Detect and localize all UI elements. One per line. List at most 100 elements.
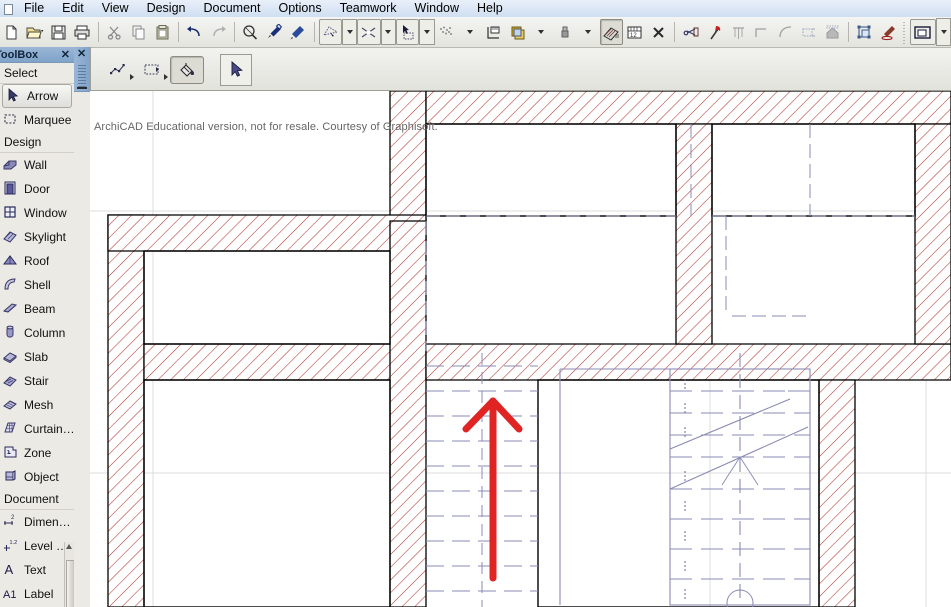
copy-icon[interactable] <box>127 19 151 45</box>
toolbox-item-window[interactable]: Window <box>0 201 74 225</box>
print-icon[interactable] <box>71 19 95 45</box>
chevron-down-icon <box>537 30 544 34</box>
column-icon <box>2 324 20 342</box>
toolbox-item-marquee[interactable]: Marquee <box>0 108 74 132</box>
dimension-icon: 2 <box>2 513 20 531</box>
toolbar-separator <box>233 22 235 42</box>
new-document-icon[interactable] <box>0 19 24 45</box>
menu-item-design[interactable]: Design <box>138 0 195 17</box>
ruler-icon[interactable] <box>482 19 506 45</box>
menu-item-view[interactable]: View <box>93 0 138 17</box>
window-layout-dropdown[interactable] <box>936 18 951 46</box>
toolbox-item-door[interactable]: Door <box>0 177 74 201</box>
window-icon <box>2 204 20 222</box>
toolbox-item-arrow[interactable]: Arrow <box>2 84 72 108</box>
toolbox-title-label: ToolBox <box>0 48 39 61</box>
multiply-house-icon[interactable] <box>821 19 845 45</box>
toolbox-item-skylight[interactable]: Skylight <box>0 225 74 249</box>
pen-weight-icon[interactable] <box>552 19 576 45</box>
chevron-down-icon <box>940 30 947 34</box>
rectangle-geometry-icon[interactable] <box>136 56 170 84</box>
toolbox-item-label[interactable]: A1 Label <box>0 582 74 606</box>
intersect-dropdown[interactable] <box>380 19 396 45</box>
zoom-magnifier-icon[interactable] <box>239 19 263 45</box>
toolbox-item-label: Slab <box>24 350 49 364</box>
intersect-icon[interactable] <box>357 19 381 45</box>
split-axe-icon[interactable] <box>703 19 727 45</box>
snap-points-dropdown[interactable] <box>458 19 482 45</box>
selection-arrow-box-icon[interactable] <box>395 19 420 45</box>
menu-item-teamwork[interactable]: Teamwork <box>331 0 406 17</box>
offset-icon[interactable] <box>797 19 821 45</box>
docked-panel-title-bar[interactable]: ✕ <box>74 47 90 92</box>
toolbox-item-level-dimension[interactable]: 1.2 Level … <box>0 534 74 558</box>
eyedropper-icon[interactable] <box>262 19 286 45</box>
window-layout-icon[interactable] <box>909 19 937 45</box>
syringe-icon[interactable] <box>286 19 310 45</box>
marquee-dropdown[interactable] <box>342 19 358 45</box>
toolbox-item-slab[interactable]: Slab <box>0 345 74 369</box>
arrow-cursor-icon[interactable] <box>220 53 252 86</box>
close-icon[interactable]: ✕ <box>59 48 72 61</box>
toolbox-item-object[interactable]: Object <box>0 465 74 489</box>
toolbox-item-label: Marquee <box>24 113 72 127</box>
toolbox-item-roof[interactable]: Roof <box>0 249 74 273</box>
polyline-geometry-icon[interactable] <box>102 56 136 84</box>
menu-item-help[interactable]: Help <box>468 0 512 17</box>
toolbar-gripper[interactable] <box>902 20 908 44</box>
chevron-down-icon <box>466 30 473 34</box>
layers-icon[interactable] <box>505 19 529 45</box>
redo-arrow-icon[interactable] <box>206 19 230 45</box>
toolbox-item-shell[interactable]: Shell <box>0 273 74 297</box>
zone-icon <box>2 444 20 462</box>
3d-cutaway-icon[interactable] <box>599 19 624 45</box>
toolbox-item-zone[interactable]: Zone <box>0 441 74 465</box>
toolbox-item-mesh[interactable]: Mesh <box>0 393 74 417</box>
toolbox-item-wall[interactable]: Wall <box>0 153 74 177</box>
toolbox-item-label: Door <box>24 182 51 196</box>
selection-dropdown[interactable] <box>419 19 435 45</box>
menu-bar: File Edit View Design Document Options T… <box>0 0 951 18</box>
fill-bucket-icon[interactable] <box>170 55 204 84</box>
pen-weight-dropdown[interactable] <box>576 19 600 45</box>
panel-gripper[interactable] <box>78 65 86 87</box>
scroll-up-icon[interactable] <box>66 544 72 549</box>
toolbox-item-text[interactable]: A Text <box>0 558 74 582</box>
group-icon[interactable] <box>853 19 877 45</box>
toolbox-item-label: Level … <box>24 539 69 553</box>
open-folder-icon[interactable] <box>24 19 48 45</box>
trim-scissors-icon[interactable] <box>679 19 703 45</box>
curve-icon[interactable] <box>773 19 797 45</box>
undo-arrow-icon[interactable] <box>183 19 207 45</box>
save-disk-icon[interactable] <box>47 19 71 45</box>
layers-dropdown[interactable] <box>529 19 553 45</box>
adjust-icon[interactable] <box>726 19 750 45</box>
paste-clipboard-icon[interactable] <box>150 19 174 45</box>
toolbox-item-dimension[interactable]: 2 Dimen… <box>0 510 74 534</box>
toolbox-item-beam[interactable]: Beam <box>0 297 74 321</box>
toolbox-item-stair[interactable]: Stair <box>0 369 74 393</box>
floor-plan-canvas[interactable]: ArchiCAD Educational version, not for re… <box>90 91 951 607</box>
toolbox-section-document: Document <box>0 489 74 510</box>
menu-item-file[interactable]: File <box>15 0 53 17</box>
menu-item-window[interactable]: Window <box>406 0 468 17</box>
menu-item-document[interactable]: Document <box>195 0 270 17</box>
menu-item-edit[interactable]: Edit <box>53 0 93 17</box>
snap-points-icon[interactable] <box>435 19 459 45</box>
cut-scissors-icon[interactable] <box>103 19 127 45</box>
fillet-corner-icon[interactable] <box>750 19 774 45</box>
construction-lines <box>425 124 915 351</box>
text-icon: A <box>2 561 20 579</box>
drawing-pen-icon[interactable] <box>877 19 901 45</box>
toolbox-title-bar[interactable]: ToolBox ✕ <box>0 47 74 63</box>
grid-snap-icon[interactable] <box>647 19 671 45</box>
menu-item-options[interactable]: Options <box>269 0 330 17</box>
marquee-3d-icon[interactable] <box>318 19 343 45</box>
dimension-ruler-icon[interactable]: 12 <box>623 19 647 45</box>
toolbox-item-curtain-wall[interactable]: Curtain… <box>0 417 74 441</box>
toolbox-item-label: Stair <box>24 374 49 388</box>
close-icon[interactable]: ✕ <box>77 47 86 60</box>
toolbox-scrollbar[interactable] <box>64 542 74 607</box>
toolbox-item-column[interactable]: Column <box>0 321 74 345</box>
toolbox-item-label: Window <box>24 206 67 220</box>
